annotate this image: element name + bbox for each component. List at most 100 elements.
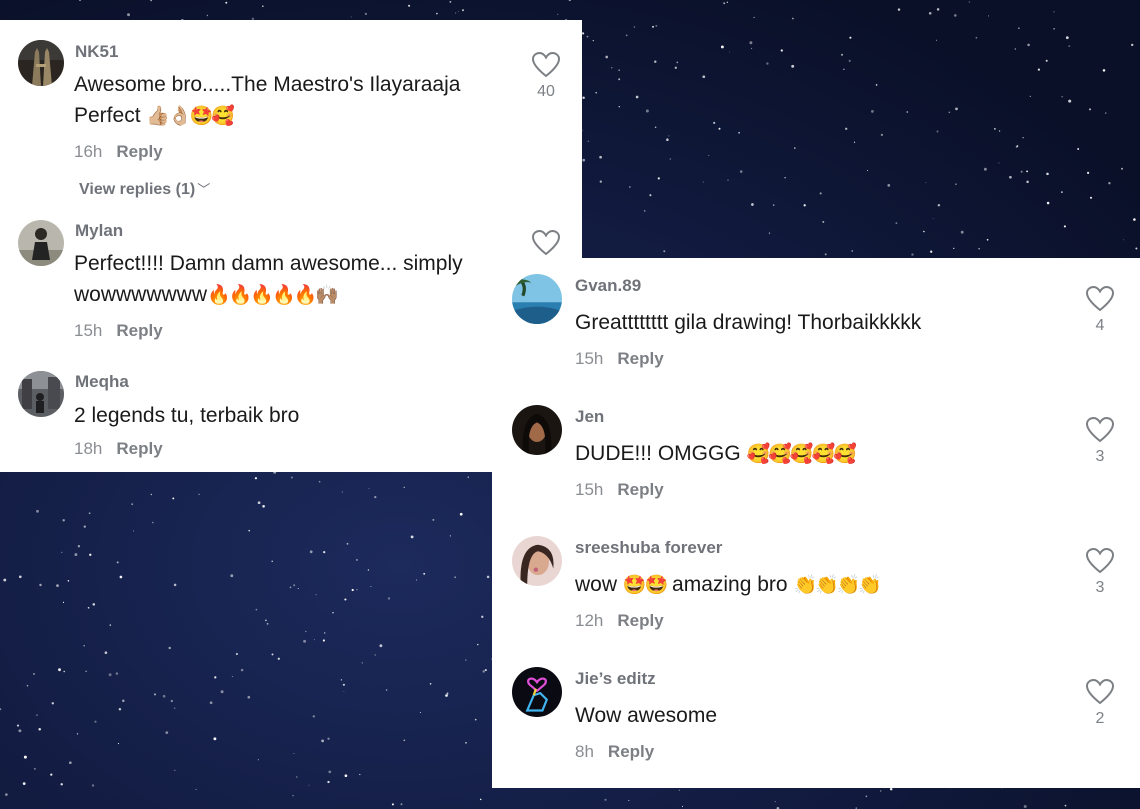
star [165, 731, 169, 734]
star [152, 521, 154, 524]
heart-icon [532, 52, 560, 78]
star [36, 714, 38, 716]
heart-icon [1086, 548, 1114, 574]
star [738, 131, 740, 134]
star [1086, 171, 1090, 175]
reply-button[interactable]: Reply [116, 439, 162, 458]
star [871, 110, 874, 113]
star [454, 576, 456, 579]
comment-username[interactable]: Mylan [75, 221, 123, 241]
star [162, 694, 166, 698]
star [387, 597, 391, 600]
comment-emojis: 🔥🔥🔥🔥🔥🙌🏽 [207, 285, 339, 306]
star [18, 729, 22, 733]
reply-button[interactable]: Reply [617, 611, 663, 630]
like-button[interactable]: 40 [526, 52, 566, 101]
like-count: 3 [1095, 448, 1105, 465]
star [923, 230, 925, 233]
star [74, 553, 78, 557]
star [1016, 145, 1019, 147]
star [351, 588, 354, 592]
star [998, 162, 1000, 164]
star [318, 480, 321, 483]
star [419, 711, 421, 713]
comment-text: Perfect!!!! Damn damn awesome... simply … [74, 248, 463, 311]
comment-text-line: wowwwwwww [74, 283, 208, 306]
star [370, 585, 372, 588]
star [925, 181, 927, 183]
star [587, 140, 589, 142]
comment-username[interactable]: Meqha [75, 372, 129, 392]
like-button[interactable]: 3 [1080, 548, 1120, 597]
star [150, 493, 152, 496]
person-photo-icon [18, 220, 64, 266]
like-button[interactable]: 3 [1080, 417, 1120, 466]
star [1053, 27, 1055, 30]
star [1023, 805, 1027, 808]
star [1064, 804, 1067, 807]
avatar[interactable] [512, 536, 562, 586]
star [669, 158, 671, 160]
star [1121, 167, 1123, 170]
star [482, 670, 485, 673]
like-button[interactable]: 2 [1080, 679, 1120, 728]
comment-username[interactable]: Gvan.89 [575, 276, 641, 296]
star [897, 8, 901, 11]
star [749, 41, 753, 45]
chevron-down-icon: ﹀ [197, 182, 211, 197]
star [1105, 112, 1107, 114]
star [344, 774, 348, 778]
comment-text: DUDE!!! OMGGG 🥰🥰🥰🥰🥰 [575, 438, 857, 470]
like-button[interactable] [526, 230, 566, 256]
star [230, 574, 234, 578]
avatar[interactable] [18, 371, 64, 417]
star [87, 606, 90, 609]
star [853, 141, 856, 143]
like-count: 40 [537, 83, 555, 100]
reply-button[interactable]: Reply [617, 349, 663, 368]
reply-button[interactable]: Reply [116, 321, 162, 340]
comment-username[interactable]: NK51 [75, 42, 118, 62]
star [955, 107, 958, 111]
star [803, 204, 806, 207]
comment-username[interactable]: Jie’s editz [575, 669, 656, 689]
star [361, 662, 363, 664]
comment-username[interactable]: sreeshuba forever [575, 538, 722, 558]
reply-button[interactable]: Reply [617, 480, 663, 499]
avatar[interactable] [512, 667, 562, 717]
star [875, 84, 878, 86]
star [643, 210, 646, 212]
view-replies-button[interactable]: View replies (1) ﹀ [79, 179, 210, 199]
star [293, 753, 295, 755]
star [248, 529, 250, 532]
star [628, 799, 630, 802]
star [88, 512, 91, 515]
star [751, 203, 754, 206]
avatar[interactable] [512, 274, 562, 324]
star [109, 624, 112, 626]
star [960, 230, 964, 234]
star [794, 147, 796, 149]
like-button[interactable]: 4 [1080, 286, 1120, 335]
avatar[interactable] [18, 220, 64, 266]
comment-emojis: 👏👏👏👏 [793, 575, 882, 596]
comment-meta: 15h Reply [575, 480, 664, 500]
star [214, 676, 217, 679]
avatar[interactable] [18, 40, 64, 86]
star [312, 715, 315, 718]
comment-username[interactable]: Jen [575, 407, 604, 427]
star [635, 95, 639, 99]
avatar[interactable] [512, 405, 562, 455]
star [429, 683, 432, 685]
star [467, 476, 469, 478]
star [341, 491, 344, 493]
star [172, 497, 175, 500]
reply-button[interactable]: Reply [608, 742, 654, 761]
reply-button[interactable]: Reply [116, 142, 162, 161]
star [983, 167, 987, 171]
star [481, 615, 484, 618]
star [678, 789, 681, 791]
star [225, 1, 228, 4]
star [322, 639, 325, 642]
star [611, 67, 613, 69]
